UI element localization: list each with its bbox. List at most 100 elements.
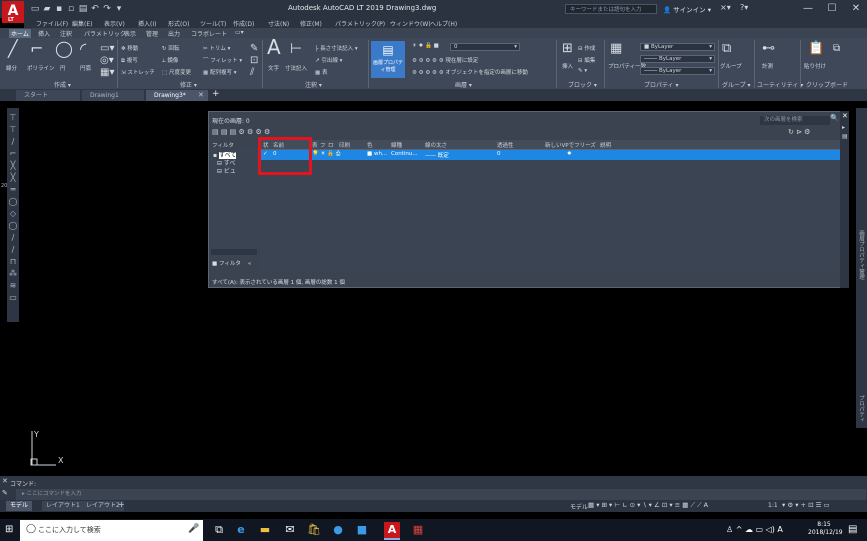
col-transparency[interactable]: 透過性 bbox=[497, 141, 514, 149]
microphone-icon[interactable]: 🎤 bbox=[188, 524, 199, 534]
leader-tool[interactable]: ↗ 引出線 ▾ bbox=[315, 56, 342, 64]
match-properties-icon[interactable]: ▦ bbox=[610, 42, 622, 55]
menu-help[interactable]: ヘルプ(H) bbox=[430, 19, 457, 28]
mail-icon[interactable]: ✉ bbox=[282, 522, 298, 538]
paste-icon[interactable]: 📋 bbox=[808, 42, 824, 55]
undo-icon[interactable]: ↶ bbox=[90, 3, 100, 15]
table-row[interactable] bbox=[260, 150, 840, 160]
layer-state-icons[interactable]: ☀ ✹ 🔓 ■ bbox=[412, 43, 439, 49]
tab-output[interactable]: 出力 bbox=[166, 29, 182, 38]
col-plot[interactable]: 印刷 bbox=[339, 141, 350, 149]
palette-close-icon[interactable]: ✕ bbox=[842, 112, 848, 120]
row-linetype[interactable]: Continu... bbox=[391, 151, 418, 157]
new-tab-icon[interactable]: + bbox=[212, 89, 220, 99]
doc-tab-drawing1[interactable]: Drawing1 bbox=[82, 90, 144, 101]
menu-edit[interactable]: 編集(E) bbox=[72, 19, 92, 28]
maximize-button[interactable]: ☐ bbox=[821, 2, 843, 16]
properties-palette-vertical[interactable]: プロパティ bbox=[857, 395, 865, 423]
tab-home[interactable]: ホーム bbox=[9, 29, 31, 38]
close-button[interactable]: ✕ bbox=[845, 2, 867, 16]
rotate-tool[interactable]: ↻ 回転 bbox=[162, 44, 179, 52]
menu-format[interactable]: 形式(O) bbox=[168, 19, 189, 28]
arc-tool-icon[interactable]: ◜ bbox=[80, 41, 86, 57]
col-description[interactable]: 説明 bbox=[600, 141, 611, 149]
circle-tool-icon[interactable]: ◯ bbox=[55, 41, 73, 57]
table-tool[interactable]: ▦ 表 bbox=[315, 68, 327, 76]
text-tool-label[interactable]: 文字 bbox=[268, 64, 279, 72]
polyline-tool-icon[interactable]: ⌐ bbox=[30, 41, 43, 57]
redo-icon[interactable]: ↷ bbox=[102, 3, 112, 15]
offset-icon[interactable]: ⫽ bbox=[250, 68, 254, 78]
new-file-icon[interactable]: ▭ bbox=[30, 3, 40, 15]
group-icon[interactable]: ⧉ bbox=[722, 42, 731, 55]
trim-tool[interactable]: ✂ トリム ▾ bbox=[203, 44, 230, 52]
close-tab-icon[interactable]: ✕ bbox=[198, 91, 204, 99]
help-search-input[interactable]: キーワードまたは語句を入力 bbox=[565, 4, 657, 14]
row-transparency[interactable]: 0 bbox=[497, 151, 501, 157]
col-lineweight[interactable]: 線の太さ bbox=[425, 141, 447, 149]
arc-tool-label[interactable]: 円弧 bbox=[80, 64, 91, 72]
gradient-icon[interactable]: ▦▾ bbox=[100, 68, 114, 78]
command-close-icon[interactable]: ✕ bbox=[2, 477, 8, 485]
layer-tools-row1[interactable]: ⚙ ⚙ ⚙ ⚙ ⚙ 現在層に設定 bbox=[412, 56, 478, 64]
menu-view[interactable]: 表示(V) bbox=[104, 19, 125, 28]
tab-view[interactable]: 表示 bbox=[122, 29, 138, 38]
row-color[interactable]: ■ wh... bbox=[367, 151, 387, 157]
col-freeze[interactable]: フ bbox=[320, 141, 326, 149]
minimize-button[interactable]: — bbox=[797, 2, 819, 16]
text-tool-icon[interactable]: A bbox=[267, 37, 281, 57]
draw-panel-label[interactable]: 作成 ▾ bbox=[54, 80, 71, 89]
layout-tab-model[interactable]: モデル bbox=[6, 501, 33, 511]
block-attrib-tool[interactable]: ✎ ▾ bbox=[578, 68, 587, 74]
help-icon[interactable]: ?▾ bbox=[740, 3, 748, 12]
left-tool-icons[interactable]: ⊤ ⊤ ∕ ⌐ ╳ ╳ ═ ◯ ◇ ◯ ∕ ∕ ⊓ ⁂ ≋ ▭ bbox=[8, 112, 18, 304]
line-tool-icon[interactable]: ╱ bbox=[8, 41, 18, 57]
paste-button-label[interactable]: 貼り付け bbox=[804, 62, 826, 70]
stretch-tool[interactable]: ⇲ ストレッチ bbox=[121, 68, 155, 76]
app-icon-1[interactable]: ● bbox=[330, 522, 346, 538]
menu-draw[interactable]: 作成(D) bbox=[233, 19, 254, 28]
dimension-tool-label[interactable]: 寸法記入 bbox=[285, 64, 307, 72]
insert-block-label[interactable]: 挿入 bbox=[562, 62, 573, 70]
menu-dimension[interactable]: 寸法(N) bbox=[268, 19, 289, 28]
copy-tool[interactable]: ⧉ 複写 bbox=[121, 56, 138, 65]
tab-collaborate[interactable]: コラボレート bbox=[189, 29, 229, 38]
status-model-button[interactable]: モデル bbox=[570, 502, 588, 511]
col-on[interactable]: 表 bbox=[312, 141, 318, 149]
signin-button[interactable]: 👤 サインイン ▾ bbox=[663, 4, 711, 14]
menu-parametric[interactable]: パラメトリック(P) bbox=[335, 19, 385, 28]
col-linetype[interactable]: 線種 bbox=[391, 141, 402, 149]
clipboard-panel-label[interactable]: クリップボード bbox=[806, 80, 848, 89]
palette-pin-icon[interactable]: ▸ bbox=[842, 124, 845, 131]
app-icon-2[interactable]: ■ bbox=[354, 522, 370, 538]
command-settings-icon[interactable]: ✎ bbox=[2, 489, 8, 497]
system-tray-icons[interactable]: ♙ ^ ☁ ▭ ◁) A bbox=[726, 525, 783, 534]
fillet-tool[interactable]: ⌒ フィレット ▾ bbox=[203, 56, 242, 64]
row-lineweight[interactable]: —— 既定 bbox=[425, 151, 449, 159]
scale-tool[interactable]: ⬚ 尺度変更 bbox=[162, 68, 191, 76]
filter-tree-scrollbar[interactable] bbox=[211, 249, 257, 255]
array-tool[interactable]: ▦ 配列複写 ▾ bbox=[203, 68, 236, 76]
task-view-icon[interactable]: ⧉ bbox=[211, 522, 227, 538]
layer-dropdown[interactable]: 0 ▾ bbox=[450, 43, 520, 51]
tab-annotate[interactable]: 注釈 bbox=[58, 29, 74, 38]
col-lock[interactable]: ロ bbox=[328, 141, 334, 149]
row-state-icons[interactable]: 💡 ☀ 🔓 ⎙ bbox=[312, 151, 340, 158]
polyline-tool-label[interactable]: ポリライン bbox=[27, 64, 55, 72]
annotation-scale[interactable]: 1:1 bbox=[768, 502, 778, 509]
save-as-icon[interactable]: ▫ bbox=[66, 3, 76, 15]
doc-tab-start[interactable]: スタート bbox=[16, 90, 80, 101]
plot-icon[interactable]: ▤ bbox=[78, 3, 88, 15]
autocad-logo-icon[interactable]: A LT bbox=[2, 1, 24, 23]
menu-tools[interactable]: ツール(T) bbox=[200, 19, 226, 28]
annotation-panel-label[interactable]: 注釈 ▾ bbox=[305, 80, 322, 89]
layer-tools-row2[interactable]: ⚙ ⚙ ⚙ ⚙ ⚙ オブジェクトを指定の画層に移動 bbox=[412, 68, 528, 76]
status-toggles[interactable]: ▦ ▾ ⊞ ▾ ⊢ ∟ ⊙ ▾ ∖ ▾ ∠ ⊡ ▾ ≡ ▦ ⟋ ⟋ A bbox=[588, 501, 708, 510]
linetype-dropdown[interactable]: ──── ByLayer ▾ bbox=[640, 55, 715, 63]
explode-icon[interactable]: ⊡ bbox=[250, 56, 258, 66]
block-panel-label[interactable]: ブロック ▾ bbox=[568, 80, 597, 89]
notification-icon[interactable]: ▤ bbox=[848, 524, 857, 535]
layer-properties-button[interactable]: ▤ 画層プロパティ管理 bbox=[371, 41, 405, 78]
new-filter-icons[interactable]: ▤ ▤ ▤ ⚙ ⚙ ⚙ ⚙ bbox=[212, 128, 270, 136]
store-icon[interactable]: 🛍 bbox=[306, 522, 322, 538]
